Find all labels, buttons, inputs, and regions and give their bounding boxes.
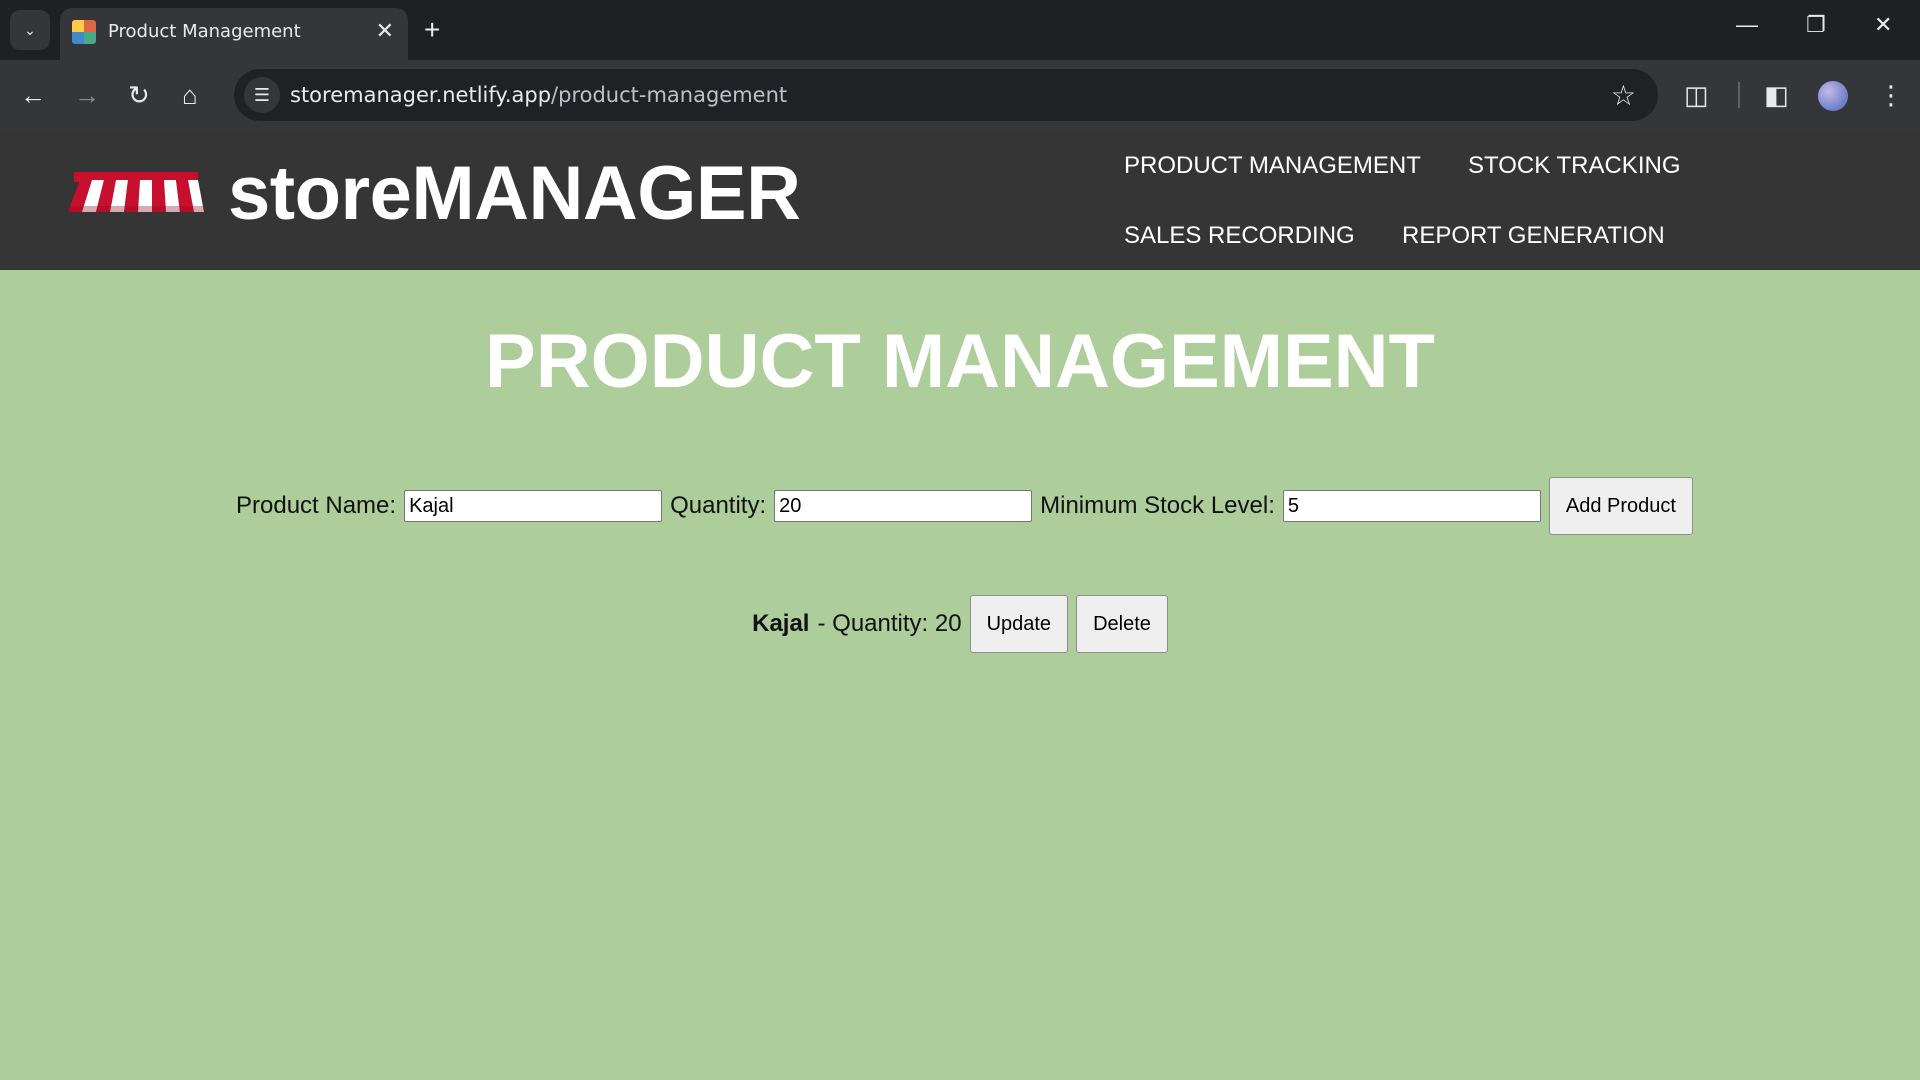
favicon-icon bbox=[72, 20, 96, 44]
side-panel-icon[interactable]: ◧ bbox=[1764, 80, 1789, 110]
site-info-icon[interactable]: ☰ bbox=[244, 77, 280, 113]
home-icon[interactable]: ⌂ bbox=[182, 80, 198, 110]
site-header: storeMANAGER PRODUCT MANAGEMENT STOCK TR… bbox=[0, 130, 1920, 270]
forward-icon[interactable]: → bbox=[74, 80, 100, 110]
url-text[interactable]: storemanager.netlify.app/product-managem… bbox=[290, 83, 787, 107]
update-button[interactable]: Update bbox=[969, 595, 1069, 653]
product-name: Kajal bbox=[752, 610, 810, 637]
min-stock-input[interactable] bbox=[1282, 490, 1541, 522]
product-name-label: Product Name: bbox=[236, 492, 397, 519]
product-name-input[interactable] bbox=[404, 490, 663, 522]
plus-icon[interactable]: + bbox=[424, 12, 440, 48]
brand-title[interactable]: storeMANAGER bbox=[228, 150, 801, 237]
nav-product-management[interactable]: PRODUCT MANAGEMENT bbox=[1124, 152, 1421, 180]
close-window-icon[interactable]: ✕ bbox=[1874, 12, 1892, 38]
tab-title: Product Management bbox=[108, 21, 301, 42]
reload-icon[interactable]: ↻ bbox=[128, 80, 150, 110]
page-title: PRODUCT MANAGEMENT bbox=[485, 319, 1435, 404]
menu-icon[interactable]: ⋮ bbox=[1878, 80, 1904, 110]
quantity-label: Quantity: bbox=[670, 492, 767, 519]
product-list-item: Kajal - Quantity: 20 Update Delete bbox=[0, 595, 1920, 653]
close-icon[interactable]: ✕ bbox=[376, 18, 394, 44]
back-icon[interactable]: ← bbox=[20, 80, 46, 110]
extensions-icon[interactable]: ◫ bbox=[1684, 80, 1709, 110]
address-bar[interactable]: ☰ storemanager.netlify.app/product-manag… bbox=[234, 69, 1658, 121]
browser-tab-strip: ⌄ Product Management ✕ + — ❐ ✕ bbox=[0, 0, 1920, 60]
tab-list-icon[interactable]: ⌄ bbox=[10, 10, 50, 50]
delete-button[interactable]: Delete bbox=[1076, 595, 1168, 653]
minimize-icon[interactable]: — bbox=[1736, 12, 1758, 38]
quantity-input[interactable] bbox=[774, 490, 1033, 522]
min-stock-label: Minimum Stock Level: bbox=[1040, 492, 1275, 519]
star-icon[interactable]: ☆ bbox=[1611, 79, 1636, 112]
profile-avatar[interactable] bbox=[1818, 81, 1848, 111]
awning-logo-icon bbox=[68, 172, 204, 212]
browser-toolbar: ← → ↻ ⌂ ☰ storemanager.netlify.app/produ… bbox=[0, 60, 1920, 130]
nav-stock-tracking[interactable]: STOCK TRACKING bbox=[1468, 152, 1680, 180]
nav-sales-recording[interactable]: SALES RECORDING bbox=[1124, 222, 1355, 250]
toolbar-divider bbox=[1738, 82, 1740, 108]
add-product-button[interactable]: Add Product bbox=[1548, 477, 1693, 535]
nav-report-generation[interactable]: REPORT GENERATION bbox=[1402, 222, 1665, 250]
add-product-form: Product Name: Quantity: Minimum Stock Le… bbox=[236, 476, 1693, 536]
product-quantity: - Quantity: 20 bbox=[817, 610, 962, 637]
browser-tab[interactable]: Product Management ✕ bbox=[60, 8, 408, 60]
restore-icon[interactable]: ❐ bbox=[1806, 12, 1826, 38]
